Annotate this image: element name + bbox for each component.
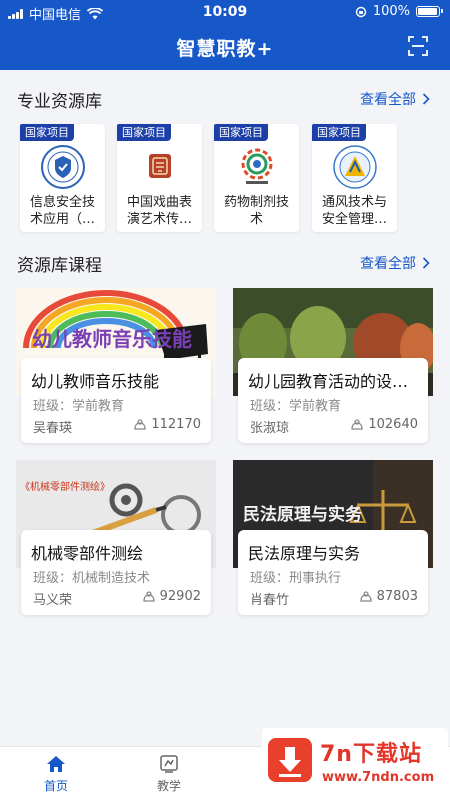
course-teacher: 肖春竹 bbox=[250, 593, 290, 608]
view-count: 112170 bbox=[151, 417, 201, 432]
scan-icon[interactable] bbox=[408, 36, 428, 56]
course-title: 民法原理与实务 bbox=[248, 544, 361, 563]
national-project-tag: 国家项目 bbox=[312, 124, 366, 141]
courses-section-title: 资源库课程 bbox=[17, 256, 102, 276]
courses-view-all-link[interactable]: 查看全部 bbox=[360, 253, 430, 273]
resource-logo bbox=[332, 145, 377, 189]
resource-card[interactable]: 国家项目 信息安全技术应用（… bbox=[20, 124, 105, 232]
resource-card[interactable]: 国家项目 药物制剂技术 bbox=[214, 124, 299, 232]
battery-icon bbox=[416, 6, 443, 17]
top-header: 中国电信 10:09 100% 智慧职教+ bbox=[0, 0, 450, 70]
course-views: 87803 bbox=[359, 589, 418, 604]
resource-card[interactable]: 国家项目 中国戏曲表演艺术传… bbox=[117, 124, 202, 232]
site-watermark: 7n下载站 www.7ndn.com bbox=[262, 728, 448, 798]
national-project-tag: 国家项目 bbox=[117, 124, 171, 141]
course-cover-text: 民法原理与实务 bbox=[243, 504, 363, 525]
resources-view-all-label: 查看全部 bbox=[360, 92, 416, 108]
course-title: 幼儿园教育活动的设… bbox=[248, 372, 409, 391]
battery-percent: 100% bbox=[372, 4, 410, 19]
course-views: 102640 bbox=[350, 417, 418, 432]
orientation-lock-icon bbox=[355, 6, 367, 17]
watermark-text: 7n下载站 bbox=[320, 742, 422, 767]
teach-icon bbox=[160, 755, 178, 773]
course-class: 班级：机械制造技术 bbox=[33, 571, 151, 586]
course-info: 机械零部件测绘 班级：机械制造技术 马义荣 92902 bbox=[21, 530, 211, 615]
course-class: 班级：学前教育 bbox=[250, 399, 342, 414]
resource-name: 信息安全技术应用（… bbox=[29, 195, 95, 227]
course-info: 幼儿教师音乐技能 班级：学前教育 吴春瑛 112170 bbox=[21, 358, 211, 443]
national-project-tag: 国家项目 bbox=[214, 124, 268, 141]
course-teacher: 吴春瑛 bbox=[33, 421, 73, 436]
resources-section-title: 专业资源库 bbox=[17, 92, 102, 112]
status-bar: 中国电信 10:09 100% bbox=[0, 0, 450, 24]
view-count: 87803 bbox=[376, 589, 418, 604]
download-icon bbox=[268, 738, 312, 782]
resource-logo bbox=[40, 145, 85, 189]
resource-name: 通风技术与安全管理… bbox=[321, 195, 387, 227]
view-count-icon bbox=[351, 418, 364, 430]
resource-name: 药物制剂技术 bbox=[223, 195, 289, 227]
view-count-icon bbox=[142, 590, 155, 602]
resource-logo bbox=[148, 154, 171, 178]
resources-view-all-link[interactable]: 查看全部 bbox=[360, 89, 430, 109]
course-title: 机械零部件测绘 bbox=[31, 544, 144, 563]
tab-home-label: 首页 bbox=[43, 779, 68, 793]
page-title: 智慧职教+ bbox=[176, 38, 274, 60]
chevron-right-icon bbox=[422, 257, 430, 269]
course-card[interactable]: 幼儿教师音乐技能 幼儿教师音乐技能 班级：学前教育 吴春瑛 112170 bbox=[16, 288, 216, 443]
view-count: 102640 bbox=[368, 417, 418, 432]
home-icon bbox=[47, 756, 65, 772]
course-teacher: 张淑琼 bbox=[250, 421, 290, 436]
courses-view-all-label: 查看全部 bbox=[360, 256, 416, 272]
resource-name: 中国戏曲表演艺术传… bbox=[126, 195, 192, 227]
view-count-icon bbox=[134, 418, 147, 430]
chevron-right-icon bbox=[422, 93, 430, 105]
view-count-icon bbox=[359, 590, 372, 602]
course-card[interactable]: 幼儿园教育活动的设… 班级：学前教育 张淑琼 102640 bbox=[233, 288, 433, 443]
course-card[interactable]: 《机械零部件测绘》 机械零部件测绘 班级：机械制造技术 马义荣 92902 bbox=[16, 460, 216, 615]
course-cover-text: 幼儿教师音乐技能 bbox=[32, 327, 192, 351]
course-class: 班级：学前教育 bbox=[33, 399, 125, 414]
course-card[interactable]: 民法原理与实务 民法原理与实务 班级：刑事执行 肖春竹 87803 bbox=[233, 460, 433, 615]
course-info: 民法原理与实务 班级：刑事执行 肖春竹 87803 bbox=[238, 530, 428, 615]
tab-home[interactable]: 首页 bbox=[26, 755, 86, 794]
watermark-url: www.7ndn.com bbox=[322, 770, 435, 785]
tab-teaching[interactable]: 教学 bbox=[139, 755, 199, 794]
course-teacher: 马义荣 bbox=[33, 593, 73, 608]
tab-teaching-label: 教学 bbox=[156, 779, 181, 793]
resource-card[interactable]: 国家项目 通风技术与安全管理… bbox=[312, 124, 397, 232]
course-views: 112170 bbox=[133, 417, 201, 432]
course-views: 92902 bbox=[142, 589, 201, 604]
course-class: 班级：刑事执行 bbox=[250, 571, 342, 586]
course-title: 幼儿教师音乐技能 bbox=[31, 372, 160, 391]
view-count: 92902 bbox=[159, 589, 201, 604]
course-cover-text: 《机械零部件测绘》 bbox=[20, 480, 110, 493]
resource-logo bbox=[241, 148, 272, 184]
course-info: 幼儿园教育活动的设… 班级：学前教育 张淑琼 102640 bbox=[238, 358, 428, 443]
national-project-tag: 国家项目 bbox=[20, 124, 74, 141]
